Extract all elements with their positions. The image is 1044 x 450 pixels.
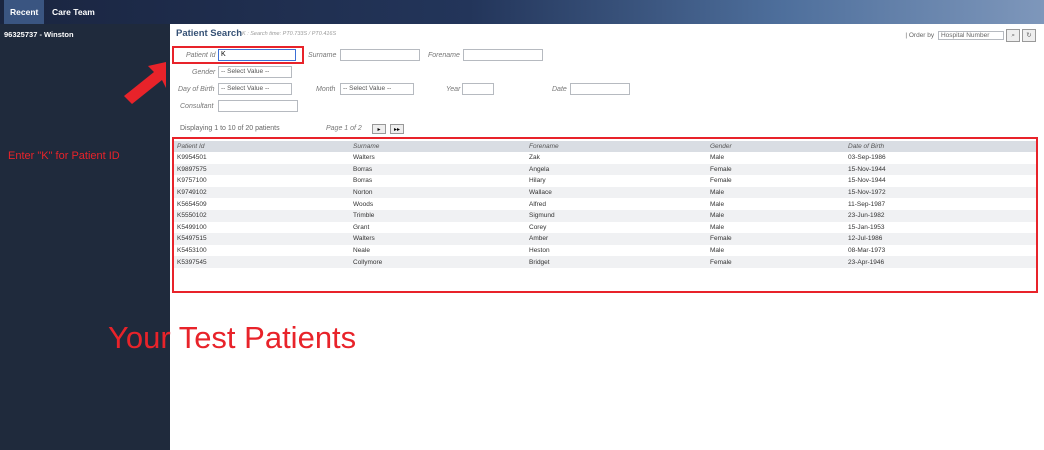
date-input[interactable]	[570, 83, 630, 95]
order-by-select[interactable]: Hospital Number	[937, 31, 1005, 41]
year-label: Year	[446, 86, 461, 93]
surname-label: Surname	[308, 52, 337, 59]
dob-label: Day of Birth	[178, 86, 215, 93]
order-by: | Order by Hospital Number ⌕ ↻	[905, 29, 1036, 42]
gender-label: Gender	[192, 69, 216, 76]
annotation-arrow-icon	[124, 62, 166, 104]
search-time: K : Search time: PT0.733S / PT0.416S	[242, 31, 337, 37]
month-label: Month	[316, 86, 336, 93]
highlight-results	[172, 137, 1038, 293]
search-icon[interactable]: ⌕	[1006, 29, 1021, 42]
forename-input[interactable]	[463, 49, 543, 61]
forename-label: Forename	[428, 52, 460, 59]
top-nav-bar: Recent Care Team	[0, 0, 1044, 24]
surname-input[interactable]	[340, 49, 420, 61]
highlight-patient-id	[172, 46, 304, 64]
tab-recent[interactable]: Recent	[4, 0, 45, 24]
year-input[interactable]	[462, 83, 494, 95]
sidebar-item-patient[interactable]: 96325737 - Winston	[4, 30, 74, 39]
date-label: Date	[552, 86, 567, 93]
consultant-label: Consultant	[180, 103, 214, 110]
gender-select[interactable]: -- Select Value --	[218, 66, 292, 78]
page-title: Patient Search	[176, 28, 242, 39]
refresh-icon[interactable]: ↻	[1022, 29, 1036, 42]
next-page-button[interactable]: ▸	[372, 124, 386, 134]
annotation-your-test-patients: Your Test Patients	[108, 320, 357, 355]
consultant-input[interactable]	[218, 100, 298, 112]
page-indicator: Page 1 of 2	[326, 125, 362, 132]
annotation-enter-k: Enter "K" for Patient ID	[8, 150, 120, 162]
dob-select[interactable]: -- Select Value --	[218, 83, 292, 95]
order-by-label: | Order by	[905, 32, 935, 40]
results-count: Displaying 1 to 10 of 20 patients	[180, 125, 280, 132]
month-select[interactable]: -- Select Value --	[340, 83, 414, 95]
tab-care-team[interactable]: Care Team	[46, 0, 101, 24]
last-page-button[interactable]: ▸▸	[390, 124, 404, 134]
